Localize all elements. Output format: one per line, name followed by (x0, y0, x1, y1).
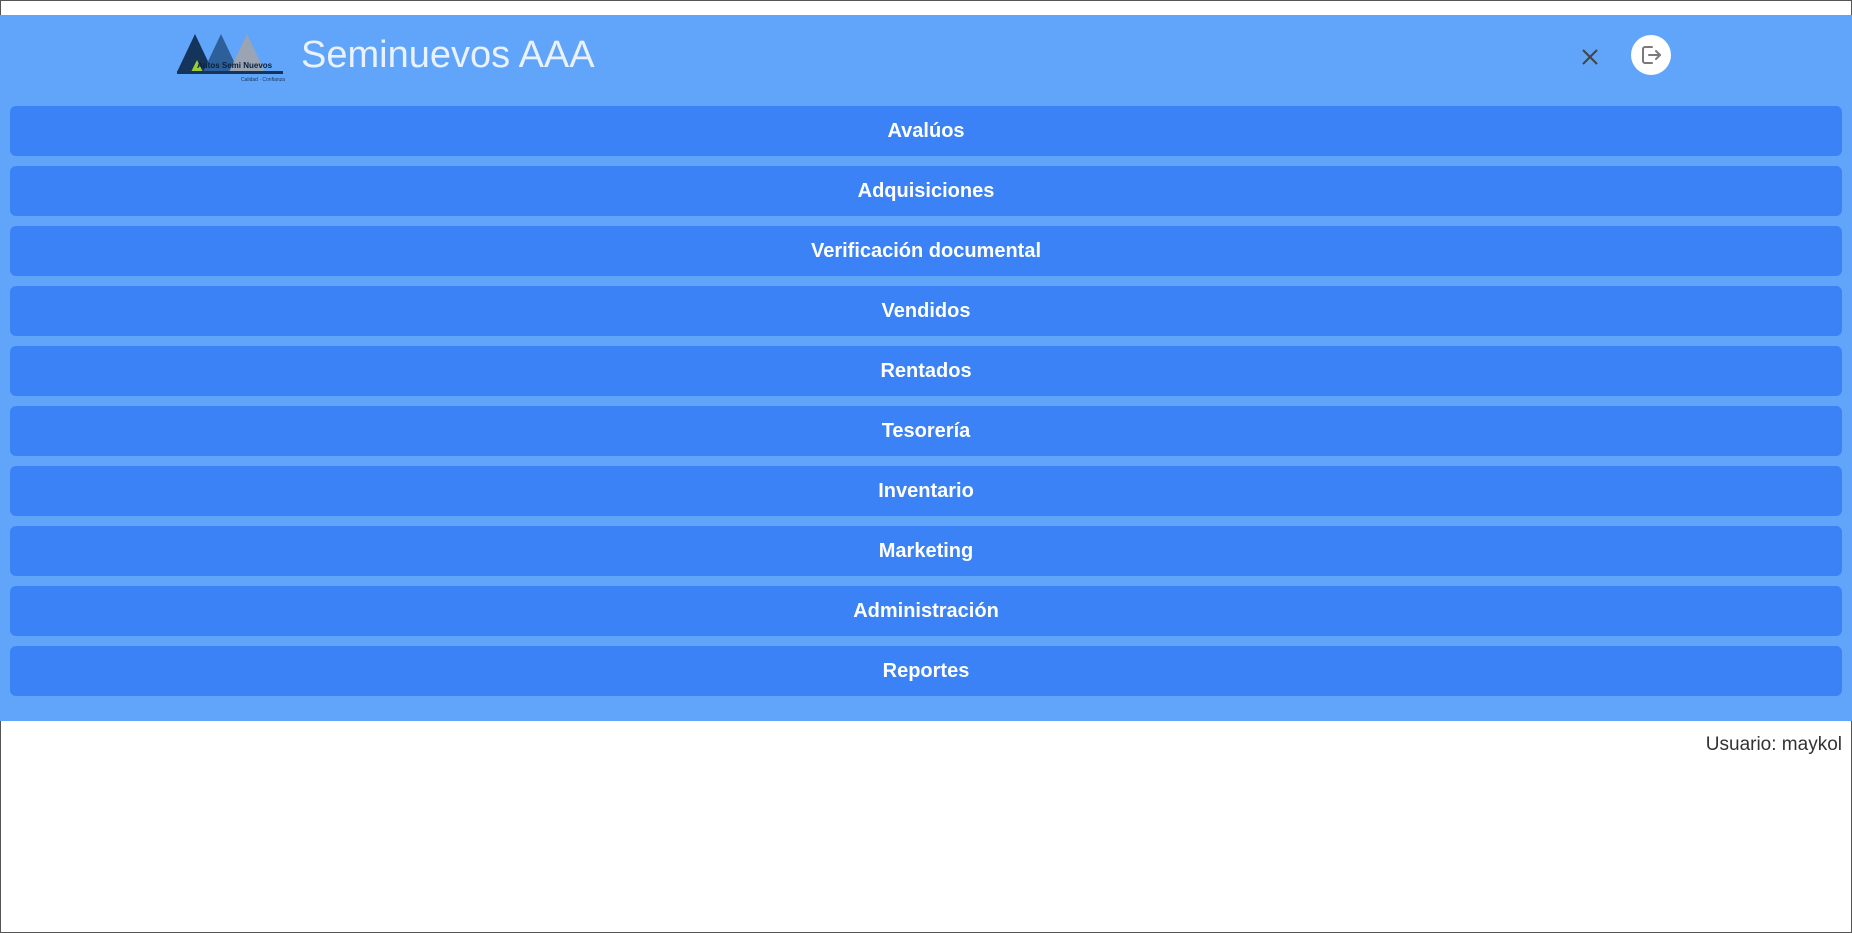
menu-item-marketing[interactable]: Marketing (10, 526, 1842, 576)
menu-item-label: Avalúos (887, 119, 965, 142)
logo-text: Autos Semi Nuevos (197, 61, 273, 70)
menu-item-label: Rentados (880, 359, 972, 382)
logout-button[interactable] (1631, 35, 1671, 75)
header: Autos Semi Nuevos Calidad · Confianza Se… (0, 15, 1852, 105)
menu-item-reportes[interactable]: Reportes (10, 646, 1842, 696)
company-logo: Autos Semi Nuevos Calidad · Confianza (175, 24, 285, 84)
logo-tagline: Calidad · Confianza (241, 77, 285, 83)
menu-item-label: Verificación documental (810, 239, 1042, 262)
menu-item-rentados[interactable]: Rentados (10, 346, 1842, 396)
menu-item-label: Vendidos (881, 299, 971, 322)
menu-item-verificacion-documental[interactable]: Verificación documental (10, 226, 1842, 276)
menu-item-administracion[interactable]: Administración (10, 586, 1842, 636)
main-menu: Avalúos Adquisiciones Verificación docum… (10, 106, 1842, 706)
menu-item-adquisiciones[interactable]: Adquisiciones (10, 166, 1842, 216)
menu-item-label: Administración (853, 599, 999, 622)
app-title: Seminuevos AAA (301, 34, 595, 76)
menu-item-avaluos[interactable]: Avalúos (10, 106, 1842, 156)
menu-item-vendidos[interactable]: Vendidos (10, 286, 1842, 336)
close-icon (1582, 49, 1598, 65)
close-button[interactable] (1575, 42, 1605, 72)
menu-item-tesoreria[interactable]: Tesorería (10, 406, 1842, 456)
logo-image: Autos Semi Nuevos Calidad · Confianza (177, 34, 285, 83)
current-user-label: Usuario: maykol (1705, 734, 1842, 755)
menu-item-inventario[interactable]: Inventario (10, 466, 1842, 516)
menu-item-label: Adquisiciones (857, 179, 995, 202)
logout-icon (1642, 46, 1661, 64)
menu-item-label: Reportes (882, 659, 970, 682)
menu-item-label: Inventario (878, 479, 974, 502)
menu-panel: Autos Semi Nuevos Calidad · Confianza Se… (0, 15, 1852, 721)
menu-item-label: Tesorería (881, 419, 971, 442)
menu-item-label: Marketing (878, 539, 974, 562)
